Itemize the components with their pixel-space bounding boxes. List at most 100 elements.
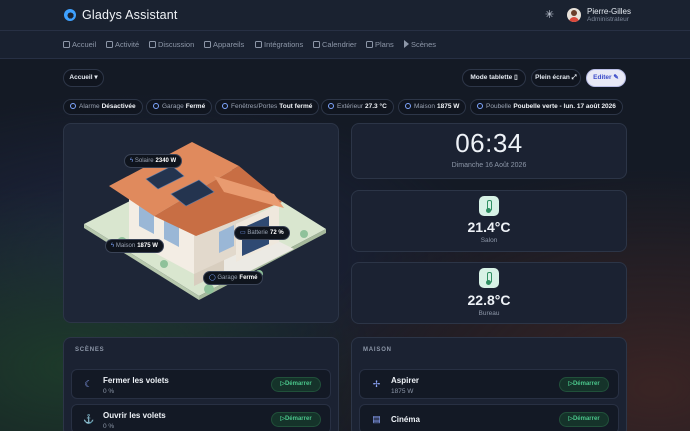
tag-home-power[interactable]: ϟ Maison 1875 W	[105, 239, 164, 253]
tag-value: 72 %	[270, 230, 284, 236]
temperature-room: Bureau	[478, 310, 500, 317]
house-widget: ϟ Solaire 2340 W ▭ Batterie 72 % ϟ Maison 1…	[63, 123, 339, 323]
tag-value: Fermé	[239, 275, 258, 281]
scene-name: Ouvrir les volets	[103, 411, 166, 420]
start-scene-button[interactable]: ▷Démarrer	[271, 412, 321, 427]
grid-icon	[255, 41, 262, 48]
bush	[204, 284, 214, 294]
start-scene-button[interactable]: ▷Démarrer	[559, 377, 609, 392]
nav-item-plans[interactable]: Plans	[366, 40, 394, 49]
bush	[300, 230, 308, 238]
temperature-room: Salon	[480, 237, 498, 244]
nav-label: Activité	[115, 40, 140, 49]
edit-label: Editer	[593, 74, 612, 81]
chat-icon	[149, 41, 156, 48]
home-item-name: Aspirer	[391, 376, 420, 385]
film-icon: ▤	[372, 414, 381, 424]
chip-label: Extérieur	[337, 103, 364, 110]
nav-label: Intégrations	[264, 40, 304, 49]
tablet-mode-button[interactable]: Mode tablette ▯	[462, 69, 526, 87]
scene-sub: 0 %	[103, 423, 115, 430]
house-illustration	[84, 142, 326, 300]
nav-label: Plans	[375, 40, 394, 49]
nav-label: Scènes	[411, 40, 437, 49]
nav-item-appareils[interactable]: Appareils	[204, 40, 244, 49]
nav-item-integrations[interactable]: Intégrations	[255, 40, 303, 49]
garage-icon	[153, 103, 159, 109]
chip-label: Garage	[162, 103, 184, 110]
theme-toggle-sun-icon[interactable]: ✳	[544, 10, 555, 21]
home-row[interactable]: ▤ Cinéma ▷Démarrer	[359, 404, 619, 431]
home-row[interactable]: ✢ Aspirer 1875 W ▷Démarrer	[359, 369, 619, 399]
gladys-logo-icon[interactable]	[64, 9, 76, 21]
home-item-name: Cinéma	[391, 415, 420, 424]
shield-icon	[70, 103, 76, 109]
clock-time: 06:34	[455, 128, 523, 158]
chip-windows-doors[interactable]: Fenêtres/Portes Tout fermé	[215, 99, 320, 115]
nav-item-discussion[interactable]: Discussion	[149, 40, 194, 49]
fullscreen-label: Plein écran	[535, 74, 570, 81]
main-nav: Accueil Activité Discussion Appareils In…	[0, 31, 690, 59]
start-label: Démarrer	[284, 381, 312, 387]
home-item-sub: 1875 W	[391, 388, 414, 395]
tag-battery[interactable]: ▭ Batterie 72 %	[234, 226, 290, 240]
home-title: MAISON	[363, 347, 392, 353]
chip-home-power[interactable]: Maison 1875 W	[398, 99, 467, 115]
nav-item-calendrier[interactable]: Calendrier	[313, 40, 357, 49]
chip-value: Désactivée	[101, 103, 136, 110]
nav-item-scenes[interactable]: Scènes	[404, 40, 436, 49]
chip-label: Alarme	[79, 103, 100, 110]
bush	[160, 260, 168, 268]
bolt-icon: ϟ	[111, 243, 115, 249]
tag-label: Garage	[217, 275, 238, 281]
play-icon	[404, 40, 409, 48]
scene-row[interactable]: ☾ Fermer les volets 0 % ▷Démarrer	[71, 369, 331, 399]
thermometer-icon	[479, 268, 499, 288]
chip-label: Poubelle	[486, 103, 512, 110]
start-scene-button[interactable]: ▷Démarrer	[559, 412, 609, 427]
app-title[interactable]: Gladys Assistant	[82, 8, 178, 22]
bolt-icon	[405, 103, 411, 109]
chip-alarm[interactable]: Alarme Désactivée	[63, 99, 143, 115]
chip-garage[interactable]: Garage Fermé	[146, 99, 213, 115]
scene-sub: 0 %	[103, 388, 115, 395]
moon-icon: ☾	[84, 379, 93, 389]
home-icon	[63, 41, 70, 48]
bolt-icon: ϟ	[130, 158, 134, 164]
start-scene-button[interactable]: ▷Démarrer	[271, 377, 321, 392]
chip-value: Poubelle verte - lun. 17 août 2026	[513, 103, 616, 110]
edit-button[interactable]: Editer ✎	[586, 69, 626, 87]
chip-label: Maison	[414, 103, 435, 110]
calendar-icon	[313, 41, 320, 48]
dashboard-selector[interactable]: Accueil ▾	[63, 69, 104, 87]
tablet-mode-label: Mode tablette	[470, 74, 513, 81]
nav-label: Appareils	[213, 40, 245, 49]
nav-label: Calendrier	[322, 40, 357, 49]
chip-outside-temp[interactable]: Extérieur 27.3 °C	[321, 99, 394, 115]
start-label: Démarrer	[572, 381, 600, 387]
tag-garage[interactable]: ◯ Garage Fermé	[203, 271, 264, 285]
tag-label: Maison	[115, 243, 136, 249]
start-label: Démarrer	[284, 416, 312, 422]
tag-solar[interactable]: ϟ Solaire 2340 W	[124, 154, 183, 168]
dashboard-selector-label: Accueil	[69, 74, 93, 81]
thermometer-icon	[328, 103, 334, 109]
scene-name: Fermer les volets	[103, 376, 169, 385]
tag-label: Batterie	[247, 230, 269, 236]
nav-item-activite[interactable]: Activité	[106, 40, 139, 49]
tablet-icon: ▯	[514, 74, 518, 81]
toggle-icon	[204, 41, 211, 48]
battery-icon: ▭	[240, 230, 246, 236]
start-label: Démarrer	[572, 416, 600, 422]
chip-trash[interactable]: Poubelle Poubelle verte - lun. 17 août 20…	[470, 99, 623, 115]
fan-icon: ✢	[372, 379, 381, 389]
chip-value: Fermé	[185, 103, 206, 110]
nav-item-accueil[interactable]: Accueil	[63, 40, 96, 49]
fullscreen-button[interactable]: Plein écran ⤢	[531, 69, 581, 87]
clock-date: Dimanche 16 Août 2026	[451, 162, 527, 169]
user-name[interactable]: Pierre-Gilles	[587, 7, 631, 16]
scene-row[interactable]: ⚓ Ouvrir les volets 0 % ▷Démarrer	[71, 404, 331, 431]
chip-value: Tout fermé	[279, 103, 313, 110]
avatar[interactable]	[567, 8, 581, 22]
tag-value: 1875 W	[137, 243, 158, 249]
